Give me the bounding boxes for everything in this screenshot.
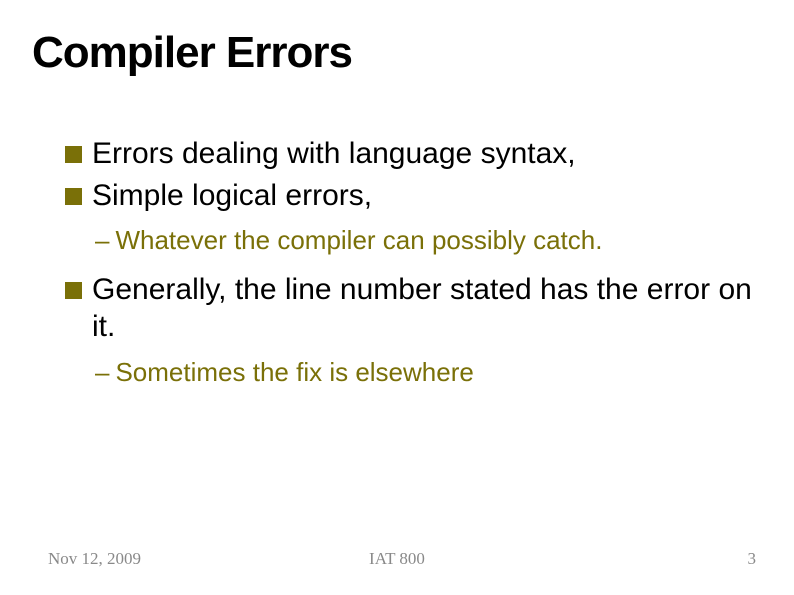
bullet-text: Generally, the line number stated has th… bbox=[92, 271, 754, 346]
square-bullet-icon bbox=[65, 282, 82, 299]
bullet-text: Simple logical errors, bbox=[92, 177, 372, 215]
footer-page-number: 3 bbox=[748, 549, 757, 569]
dash-bullet-icon: – bbox=[95, 225, 109, 255]
slide: Compiler Errors Errors dealing with lang… bbox=[0, 0, 794, 595]
bullet-text: Sometimes the fix is elsewhere bbox=[115, 357, 473, 387]
bullet-level2: –Sometimes the fix is elsewhere bbox=[95, 356, 754, 389]
square-bullet-icon bbox=[65, 146, 82, 163]
square-bullet-icon bbox=[65, 188, 82, 205]
dash-bullet-icon: – bbox=[95, 357, 109, 387]
bullet-text: Whatever the compiler can possibly catch… bbox=[115, 225, 602, 255]
footer-center: IAT 800 bbox=[0, 549, 794, 569]
bullet-text: Errors dealing with language syntax, bbox=[92, 135, 576, 173]
slide-content: Errors dealing with language syntax, Sim… bbox=[65, 135, 754, 402]
bullet-level2: –Whatever the compiler can possibly catc… bbox=[95, 224, 754, 257]
slide-title: Compiler Errors bbox=[32, 28, 352, 78]
bullet-level1: Generally, the line number stated has th… bbox=[65, 271, 754, 346]
bullet-level1: Errors dealing with language syntax, bbox=[65, 135, 754, 173]
bullet-level1: Simple logical errors, bbox=[65, 177, 754, 215]
